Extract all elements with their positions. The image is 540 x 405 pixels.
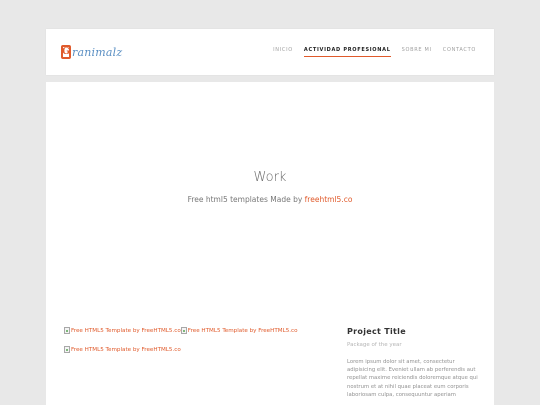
gallery-row: Free HTML5 Template by FreeHTML5.co — [64, 346, 181, 353]
nav-item-actividad-profesional[interactable]: ACTIVIDAD PROFESIONAL — [303, 47, 391, 57]
image-alt-text: Free HTML5 Template by FreeHTML5.co — [187, 327, 298, 334]
site-header: G ranimalz INICIO ACTIVIDAD PROFESIONAL … — [46, 29, 494, 75]
freehtml5-link[interactable]: freehtml5.co — [305, 195, 353, 204]
logo-text: ranimalz — [72, 45, 123, 59]
subtitle-text: Free html5 templates Made by — [187, 195, 305, 204]
broken-image-icon — [64, 346, 70, 353]
main-content: Work Free html5 templates Made by freeht… — [46, 82, 494, 405]
project-subtitle: Package of the year — [347, 342, 402, 348]
broken-image-icon — [64, 327, 70, 334]
site-logo[interactable]: G ranimalz — [61, 43, 122, 61]
gallery-image-1[interactable]: Free HTML5 Template by FreeHTML5.co — [64, 327, 181, 334]
nav-item-sobre-mi[interactable]: SOBRE MI — [402, 47, 432, 57]
project-info: Project Title Package of the year Lorem … — [347, 327, 482, 399]
gallery-image-3[interactable]: Free HTML5 Template by FreeHTML5.co — [64, 346, 181, 353]
main-nav: INICIO ACTIVIDAD PROFESIONAL SOBRE MI CO… — [262, 47, 476, 57]
nav-item-contacto[interactable]: CONTACTO — [443, 47, 476, 57]
gallery-image-2[interactable]: Free HTML5 Template by FreeHTML5.co — [180, 327, 298, 334]
page-title: Work — [253, 170, 287, 185]
project-title: Project Title — [347, 327, 406, 336]
broken-image-icon — [180, 327, 187, 334]
nav-item-inicio[interactable]: INICIO — [273, 47, 293, 57]
page-subtitle: Free html5 templates Made by freehtml5.c… — [46, 195, 494, 204]
logo-mark: G — [61, 45, 71, 59]
gallery-row: Free HTML5 Template by FreeHTML5.co Free… — [64, 327, 298, 334]
image-alt-text: Free HTML5 Template by FreeHTML5.co — [71, 346, 181, 353]
image-alt-text: Free HTML5 Template by FreeHTML5.co — [71, 327, 181, 334]
project-description: Lorem ipsum dolor sit amet, consectetur … — [347, 359, 478, 398]
